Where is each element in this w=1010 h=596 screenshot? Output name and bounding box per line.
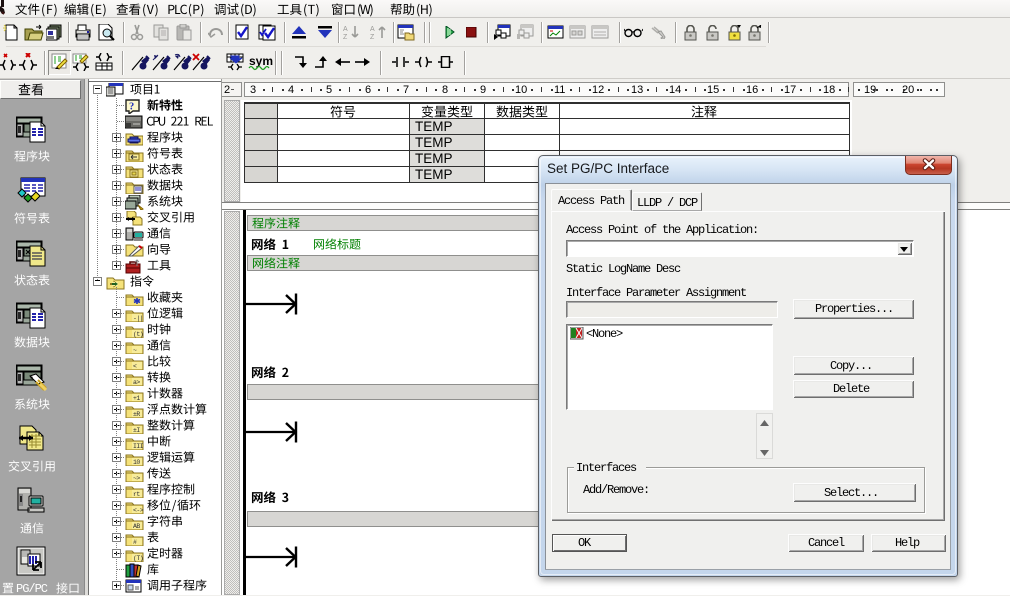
svg-text:±I: ±I xyxy=(133,427,140,434)
svg-text:A: A xyxy=(370,26,375,33)
svg-text:±R: ±R xyxy=(133,411,140,418)
svg-text:<->: <-> xyxy=(133,507,144,514)
svg-text:~: ~ xyxy=(133,347,137,354)
svg-text:(t): (t) xyxy=(133,331,143,338)
svg-text:AB: AB xyxy=(133,523,140,530)
svg-text:Z: Z xyxy=(343,34,348,41)
svg-text:<: < xyxy=(133,363,137,370)
svg-text:+1: +1 xyxy=(133,395,140,402)
svg-text:Z: Z xyxy=(370,34,375,41)
svg-text:-||-: -||- xyxy=(133,315,144,322)
svg-text:A: A xyxy=(343,26,348,33)
svg-text:10: 10 xyxy=(133,459,140,466)
svg-text:a>: a> xyxy=(133,379,140,386)
svg-text:#: # xyxy=(133,539,137,546)
svg-text:~>: ~> xyxy=(133,475,140,482)
svg-text:(T): (T) xyxy=(133,555,143,562)
svg-text:?: ? xyxy=(129,102,134,113)
svg-text:III: III xyxy=(133,443,144,450)
svg-text:rt: rt xyxy=(133,491,140,498)
